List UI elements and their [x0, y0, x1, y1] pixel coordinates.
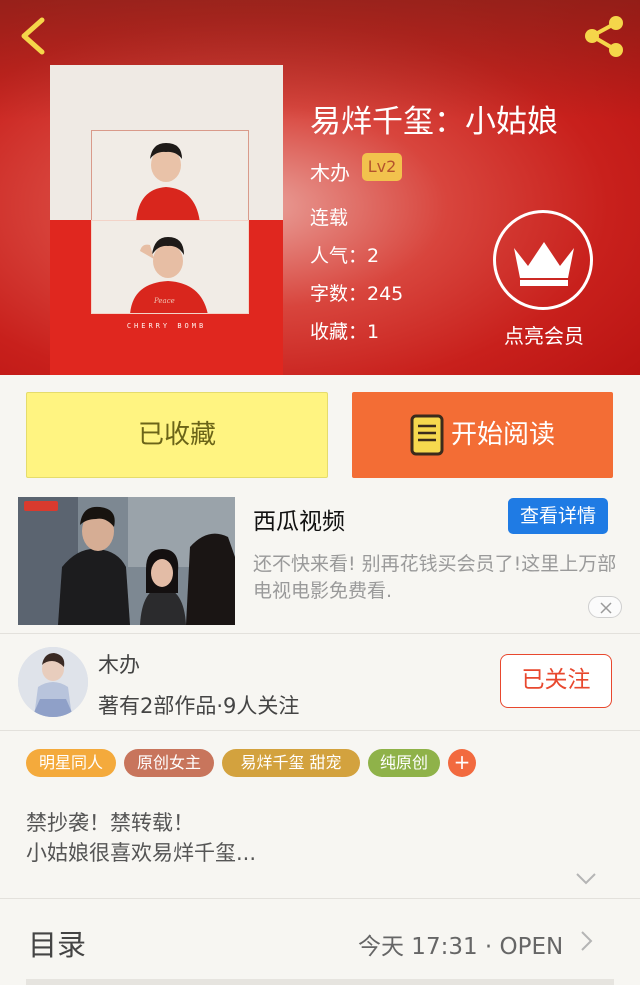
start-reading-button[interactable]: 开始阅读 [352, 392, 613, 478]
book-header: Peace CHERRY BOMB 易烊千玺：小姑娘 木办 Lv2 连载 人气：… [0, 0, 640, 375]
cover-photo-top [91, 130, 249, 222]
ad-details-button[interactable]: 查看详情 [508, 498, 608, 534]
start-reading-label[interactable]: 开始阅读 [451, 392, 555, 478]
crown-icon [514, 242, 574, 286]
divider [0, 633, 640, 634]
tag-chip[interactable]: 原创女主 [124, 749, 214, 777]
word-count: 字数：245 [310, 283, 404, 305]
svg-text:Peace: Peace [153, 297, 175, 305]
ad-thumbnail[interactable] [18, 497, 235, 625]
close-icon [600, 602, 612, 614]
catalog-title[interactable]: 目录 [28, 922, 86, 964]
bottom-strip [26, 979, 614, 985]
author-stats: 著有2部作品·9人关注 [98, 694, 300, 718]
tag-chip[interactable]: 纯原创 [368, 749, 440, 777]
tag-chip[interactable]: 易烊千玺 甜宠 [222, 749, 360, 777]
vip-label[interactable]: 点亮会员 [480, 320, 608, 349]
author-level-badge: Lv2 [362, 153, 402, 181]
description-line[interactable]: 小姑娘很喜欢易烊千玺... [26, 837, 256, 867]
chevron-right-icon[interactable] [580, 930, 594, 952]
catalog-update-time[interactable]: 今天 17:31 · OPEN [358, 927, 563, 961]
book-cover[interactable]: Peace CHERRY BOMB [50, 65, 283, 375]
add-tag-button[interactable]: + [448, 749, 476, 777]
favorited-button[interactable]: 已收藏 [26, 392, 328, 478]
author-row-name[interactable]: 木办 [98, 649, 140, 679]
ad-close-button[interactable] [588, 596, 622, 618]
tag-chip[interactable]: 明星同人 [26, 749, 116, 777]
cover-photo-bottom: Peace [91, 220, 249, 314]
author-name[interactable]: 木办 [310, 157, 350, 186]
popularity-count: 人气：2 [310, 245, 380, 267]
back-button[interactable] [14, 14, 54, 58]
book-title: 易烊千玺：小姑娘 [310, 104, 558, 140]
share-button[interactable] [580, 14, 628, 60]
share-icon [585, 16, 623, 57]
back-chevron-icon [21, 17, 45, 55]
divider [0, 898, 640, 899]
cover-caption: CHERRY BOMB [126, 322, 207, 330]
divider [0, 730, 640, 731]
book-icon [410, 414, 444, 456]
expand-chevron-icon[interactable] [575, 872, 597, 886]
following-button[interactable]: 已关注 [500, 654, 612, 708]
description-line[interactable]: 禁抄袭！禁转载！ [26, 807, 194, 837]
ad-brand[interactable]: 西瓜视频 [253, 502, 345, 536]
serial-status: 连载 [310, 207, 349, 229]
author-avatar[interactable] [18, 647, 88, 717]
favorites-count: 收藏：1 [310, 321, 380, 343]
ad-description[interactable]: 还不快来看! 别再花钱买会员了!这里上万部电视电影免费看. [253, 551, 623, 605]
